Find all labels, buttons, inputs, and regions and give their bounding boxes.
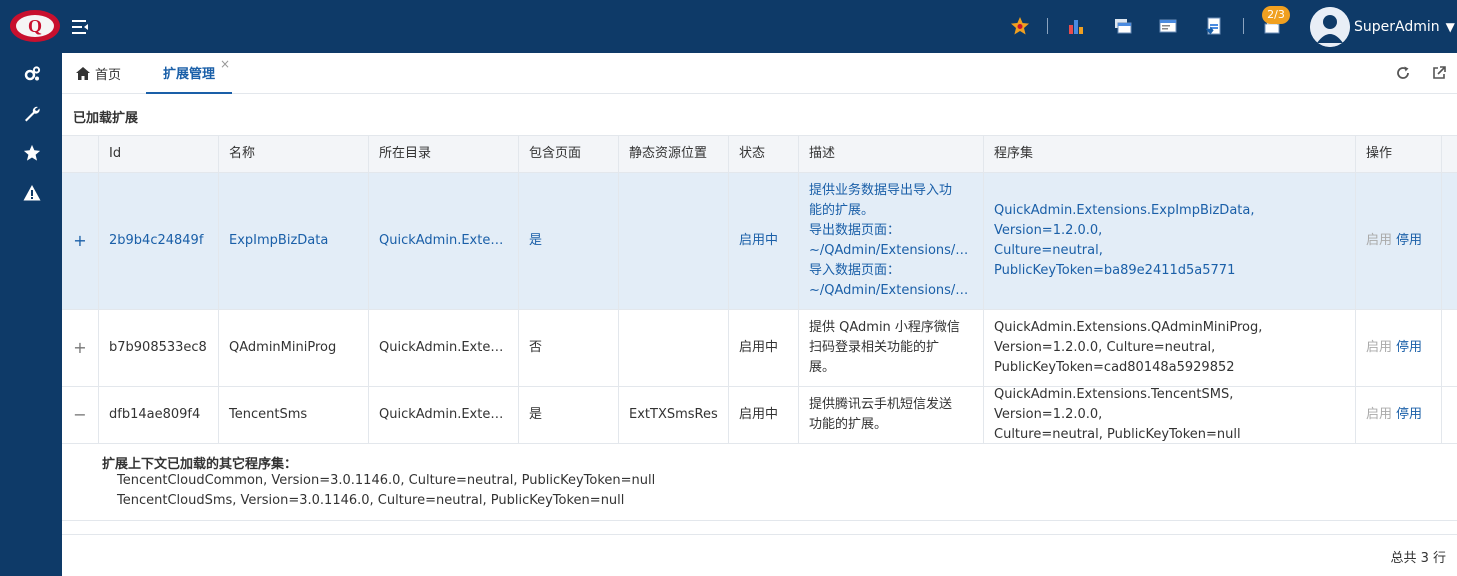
- close-icon[interactable]: ×: [220, 57, 230, 71]
- cell-pages: 是: [519, 173, 619, 309]
- header-cell-static[interactable]: 静态资源位置: [619, 136, 729, 172]
- cell-ops: 启用 停用: [1356, 173, 1442, 309]
- refresh-icon[interactable]: [1395, 65, 1411, 81]
- svg-text:Q: Q: [28, 16, 42, 36]
- cell-pages: 否: [519, 310, 619, 386]
- enable-button: 启用: [1366, 233, 1393, 248]
- cell-id: 2b9b4c24849f: [99, 173, 219, 309]
- header-cell-expand: [62, 136, 99, 172]
- expand-button[interactable]: +: [62, 173, 99, 309]
- header-cell-ops: 操作: [1356, 136, 1442, 172]
- cell-static: ExtTXSmsRes: [619, 387, 729, 443]
- card-icon[interactable]: [1156, 14, 1180, 38]
- total-count: 总共 3 行: [1390, 551, 1446, 566]
- cell-static: [619, 310, 729, 386]
- tab-home[interactable]: 首页: [76, 53, 121, 94]
- cell-status: 启用中: [729, 173, 799, 309]
- home-icon: [76, 67, 90, 80]
- windows-icon[interactable]: [1111, 14, 1135, 38]
- chart-icon[interactable]: [1064, 14, 1088, 38]
- collapse-button[interactable]: −: [62, 387, 99, 443]
- extensions-table: Id 名称 所在目录 包含页面 静态资源位置 状态 描述 程序集 操作 + 2b…: [62, 135, 1457, 444]
- divider: [1243, 18, 1244, 34]
- disable-button[interactable]: 停用: [1396, 405, 1422, 425]
- cell-dir: QuickAdmin.Extensions.QAdminMiniProg: [369, 310, 519, 386]
- cell-ops: 启用 停用: [1356, 310, 1442, 386]
- cell-static: [619, 173, 729, 309]
- header-cell-pages[interactable]: 包含页面: [519, 136, 619, 172]
- enable-button: 启用: [1366, 340, 1393, 355]
- tab-bar: 首页 扩展管理 ×: [62, 53, 1457, 94]
- detail-title: 扩展上下文已加载的其它程序集：: [102, 457, 298, 472]
- detail-item: TencentCloudSms, Version=3.0.1146.0, Cul…: [117, 493, 625, 508]
- table-row[interactable]: + 2b9b4c24849f ExpImpBizData QuickAdmin.…: [62, 173, 1457, 310]
- disable-button[interactable]: 停用: [1396, 231, 1422, 251]
- favorites-star-icon[interactable]: [1008, 14, 1032, 38]
- cell-dir: QuickAdmin.Extensions.TencentSMS: [369, 387, 519, 443]
- menu-toggle-icon[interactable]: [70, 17, 92, 37]
- app-logo[interactable]: Q: [9, 9, 61, 43]
- wrench-icon[interactable]: [21, 103, 43, 125]
- detail-item: TencentCloudCommon, Version=3.0.1146.0, …: [117, 473, 656, 488]
- header-cell-dir[interactable]: 所在目录: [369, 136, 519, 172]
- cell-pages: 是: [519, 387, 619, 443]
- header-cell-status[interactable]: 状态: [729, 136, 799, 172]
- external-link-icon[interactable]: [1431, 65, 1447, 81]
- table-row[interactable]: − dfb14ae809f4 TencentSms QuickAdmin.Ext…: [62, 387, 1457, 444]
- cell-id: b7b908533ec8: [99, 310, 219, 386]
- cell-id: dfb14ae809f4: [99, 387, 219, 443]
- star-icon[interactable]: [21, 142, 43, 164]
- warning-icon[interactable]: [21, 182, 43, 204]
- main-panel: 首页 扩展管理 × 已加载扩展 Id 名称 所在目录 包含页面 静态资源位置 状…: [62, 53, 1457, 576]
- header-cell-desc[interactable]: 描述: [799, 136, 984, 172]
- table-footer: 总共 3 行: [62, 534, 1457, 576]
- avatar: [1310, 7, 1350, 47]
- sidebar: [0, 53, 62, 576]
- table-row[interactable]: + b7b908533ec8 QAdminMiniProg QuickAdmin…: [62, 310, 1457, 387]
- cell-name: TencentSms: [219, 387, 369, 443]
- cell-desc: 提供业务数据导出导入功 能的扩展。 导出数据页面： ~/QAdmin/Exten…: [799, 173, 984, 309]
- enable-button: 启用: [1366, 407, 1393, 422]
- header-cell-id[interactable]: Id: [99, 136, 219, 172]
- tab-extension-label: 扩展管理: [162, 67, 215, 82]
- cell-status: 启用中: [729, 310, 799, 386]
- expand-button[interactable]: +: [62, 310, 99, 386]
- row-detail: 扩展上下文已加载的其它程序集： TencentCloudCommon, Vers…: [62, 443, 1457, 521]
- cell-assembly: QuickAdmin.Extensions.TencentSMS, Versio…: [984, 387, 1356, 443]
- gears-icon[interactable]: [21, 63, 43, 85]
- header-cell-assembly[interactable]: 程序集: [984, 136, 1356, 172]
- cell-name: ExpImpBizData: [219, 173, 369, 309]
- document-icon[interactable]: [1202, 14, 1226, 38]
- chevron-down-icon: ▼: [1445, 20, 1455, 34]
- cell-status: 启用中: [729, 387, 799, 443]
- cell-desc: 提供 QAdmin 小程序微信 扫码登录相关功能的扩 展。: [799, 310, 984, 386]
- cell-ops: 启用 停用: [1356, 387, 1442, 443]
- cell-name: QAdminMiniProg: [219, 310, 369, 386]
- tab-home-label: 首页: [95, 68, 122, 83]
- username: SuperAdmin: [1354, 19, 1440, 35]
- cell-assembly: QuickAdmin.Extensions.ExpImpBizData, Ver…: [984, 173, 1356, 309]
- divider: [1047, 18, 1048, 34]
- header-cell-name[interactable]: 名称: [219, 136, 369, 172]
- section-title: 已加载扩展: [73, 111, 139, 126]
- table-header: Id 名称 所在目录 包含页面 静态资源位置 状态 描述 程序集 操作: [62, 136, 1457, 173]
- user-menu[interactable]: SuperAdmin ▼: [1310, 7, 1455, 47]
- cell-dir: QuickAdmin.Extensions.ExpImpBizData: [369, 173, 519, 309]
- cell-assembly: QuickAdmin.Extensions.QAdminMiniProg, Ve…: [984, 310, 1356, 386]
- disable-button[interactable]: 停用: [1396, 338, 1422, 358]
- top-bar: Q 2/3 SuperAdmin ▼: [0, 0, 1457, 53]
- cell-desc: 提供腾讯云手机短信发送 功能的扩展。: [799, 387, 984, 443]
- notification-badge: 2/3: [1262, 6, 1290, 24]
